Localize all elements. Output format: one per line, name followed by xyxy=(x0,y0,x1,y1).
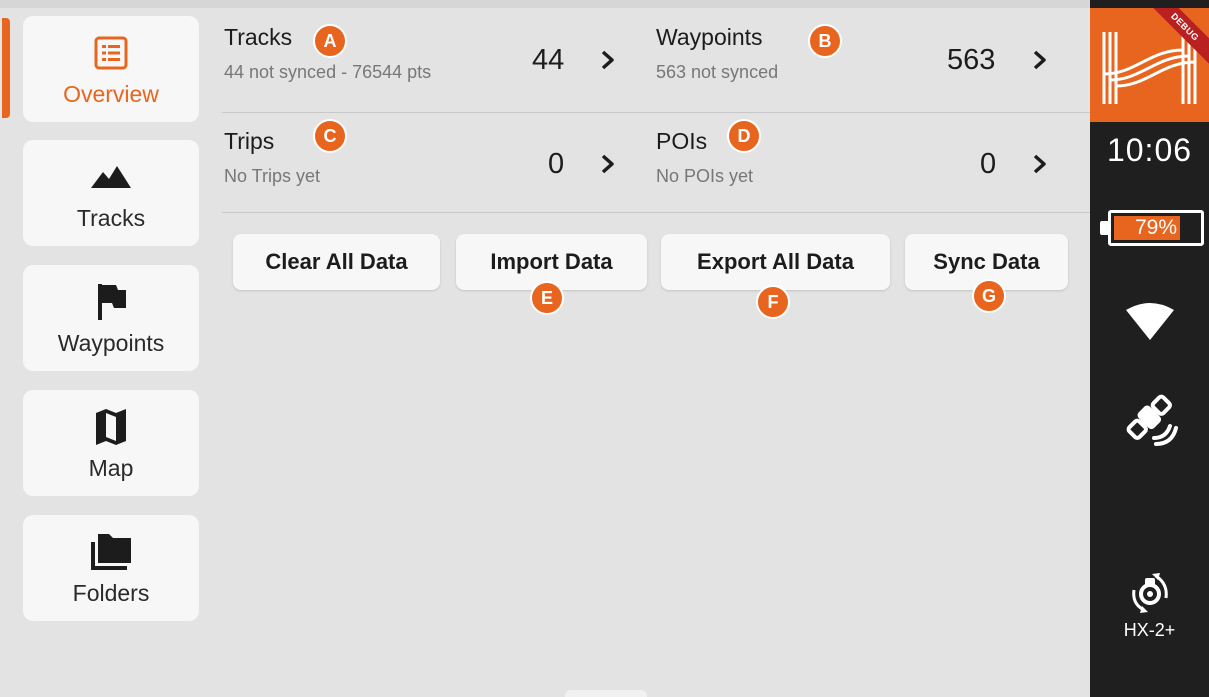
sidebar: Overview Tracks Waypoints Map Folders xyxy=(0,0,210,697)
divider xyxy=(222,212,1090,213)
status-bar: DEBUG 10:06 79% HX-2+ xyxy=(1090,0,1209,697)
device-rotate-icon[interactable] xyxy=(1128,570,1172,614)
waypoints-count: 563 xyxy=(947,44,996,76)
sidebar-item-waypoints[interactable]: Waypoints xyxy=(23,265,199,371)
wifi-icon xyxy=(1124,300,1176,344)
battery-indicator: 79% xyxy=(1100,210,1204,246)
sidebar-item-label: Map xyxy=(88,454,134,481)
sidebar-item-label: Waypoints xyxy=(57,329,165,356)
pois-summary[interactable]: POIs No POIs yet 0 xyxy=(642,104,1082,202)
marker-e: E xyxy=(530,281,564,315)
sidebar-item-label: Folders xyxy=(72,579,150,606)
chevron-right-icon xyxy=(598,152,618,176)
clear-all-data-button[interactable]: Clear All Data xyxy=(233,234,440,290)
sidebar-item-tracks[interactable]: Tracks xyxy=(23,140,199,246)
tracks-subtitle: 44 not synced - 76544 pts xyxy=(224,62,432,82)
marker-d: D xyxy=(727,119,761,153)
satellite-icon xyxy=(1120,388,1180,448)
tracks-summary[interactable]: Tracks 44 not synced - 76544 pts 44 xyxy=(210,0,630,98)
trips-summary[interactable]: Trips No Trips yet 0 xyxy=(210,104,630,202)
export-all-data-button[interactable]: Export All Data xyxy=(661,234,890,290)
drag-handle[interactable] xyxy=(565,690,647,697)
pois-subtitle: No POIs yet xyxy=(656,166,754,186)
chevron-right-icon xyxy=(1030,48,1050,72)
chevron-right-icon xyxy=(1030,152,1050,176)
trips-subtitle: No Trips yet xyxy=(224,166,321,186)
tracks-title: Tracks xyxy=(224,24,293,50)
sidebar-item-folders[interactable]: Folders xyxy=(23,515,199,621)
waypoints-subtitle: 563 not synced xyxy=(656,62,779,82)
device-name: HX-2+ xyxy=(1123,620,1176,640)
list-icon xyxy=(89,31,133,75)
clock: 10:06 xyxy=(1106,132,1193,168)
tracks-count: 44 xyxy=(532,44,565,76)
waypoints-title: Waypoints xyxy=(656,24,763,50)
marker-f: F xyxy=(756,285,790,319)
marker-a: A xyxy=(313,24,347,58)
battery-percent: 79% xyxy=(1134,216,1178,239)
marker-c: C xyxy=(313,119,347,153)
overview-panel: Tracks 44 not synced - 76544 pts 44 A Wa… xyxy=(210,0,1090,697)
battery-tip xyxy=(1100,221,1108,235)
sidebar-item-label: Overview xyxy=(63,80,159,107)
pois-title: POIs xyxy=(656,128,708,154)
map-icon xyxy=(89,405,133,449)
marker-b: B xyxy=(808,24,842,58)
folders-icon xyxy=(89,530,133,574)
pois-count: 0 xyxy=(980,148,997,180)
trips-title: Trips xyxy=(224,128,275,154)
app-root: Overview Tracks Waypoints Map Folders Tr… xyxy=(0,0,1209,697)
app-logo[interactable]: DEBUG xyxy=(1090,8,1209,122)
marker-g: G xyxy=(972,279,1006,313)
sidebar-item-overview[interactable]: Overview xyxy=(23,16,199,122)
trips-count: 0 xyxy=(548,148,565,180)
chevron-right-icon xyxy=(598,48,618,72)
sidebar-item-map[interactable]: Map xyxy=(23,390,199,496)
flag-icon xyxy=(89,280,133,324)
mountain-icon xyxy=(89,155,133,199)
waypoints-summary[interactable]: Waypoints 563 not synced 563 xyxy=(642,0,1082,98)
sidebar-item-label: Tracks xyxy=(76,204,146,231)
active-indicator xyxy=(2,18,10,118)
